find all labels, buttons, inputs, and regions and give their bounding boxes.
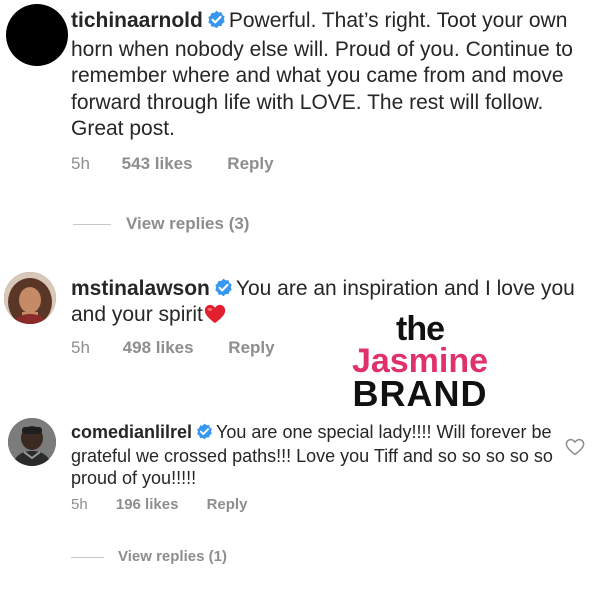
likes-count[interactable]: 498 likes <box>123 338 194 358</box>
comment-body: comedianlilrel You are one special lady!!… <box>71 421 561 489</box>
avatar[interactable] <box>4 272 56 324</box>
avatar[interactable] <box>8 418 56 466</box>
comment-time: 5h <box>71 496 88 513</box>
username[interactable]: comedianlilrel <box>71 422 192 442</box>
red-heart-emoji-icon <box>204 304 226 330</box>
comment-body: mstinalawson You are an inspiration and I… <box>71 277 591 330</box>
reply-button[interactable]: Reply <box>207 496 248 513</box>
comment-meta: 5h 498 likes Reply <box>71 338 275 358</box>
watermark-brand: BRAND <box>352 373 488 414</box>
reply-button[interactable]: Reply <box>227 154 273 174</box>
like-heart-icon[interactable] <box>565 438 585 461</box>
username[interactable]: mstinalawson <box>71 277 210 300</box>
username[interactable]: tichinaarnold <box>71 9 203 32</box>
comment-time: 5h <box>71 338 90 357</box>
verified-badge-icon <box>207 10 226 37</box>
verified-badge-icon <box>196 423 213 445</box>
comment-time: 5h <box>71 154 90 173</box>
likes-count[interactable]: 543 likes <box>122 154 193 174</box>
comment-meta: 5h 543 likes Reply <box>71 154 274 174</box>
comment-body: tichinaarnold Powerful. That’s right. Too… <box>71 8 591 143</box>
watermark-the: the <box>396 310 445 348</box>
comment-meta: 5h 196 likes Reply <box>71 496 247 513</box>
the-jasmine-brand-watermark: the Jasmine BRAND <box>335 312 505 412</box>
likes-count[interactable]: 196 likes <box>116 496 179 513</box>
verified-badge-icon <box>214 278 233 303</box>
replies-divider <box>71 556 104 558</box>
avatar[interactable] <box>6 4 68 66</box>
view-replies-label[interactable]: View replies (1) <box>118 548 227 565</box>
view-replies-button[interactable]: View replies (3) <box>73 214 249 234</box>
view-replies-button[interactable]: View replies (1) <box>71 548 227 565</box>
replies-divider <box>73 224 111 226</box>
reply-button[interactable]: Reply <box>228 338 274 358</box>
view-replies-label[interactable]: View replies (3) <box>126 214 249 233</box>
